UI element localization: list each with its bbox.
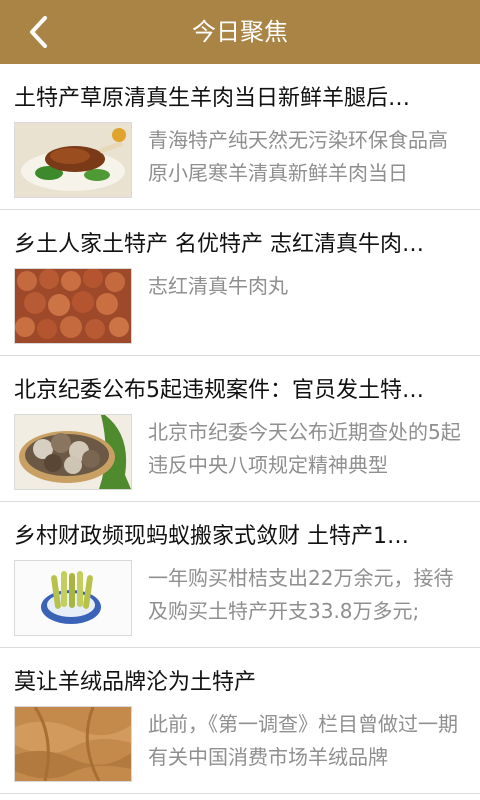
bamboo-shoots-plate-image[interactable] xyxy=(14,560,132,636)
list-item[interactable]: 北京纪委公布5起违规案件：官员发土特… 北京市纪委今天公布近期查处的5起违反中央… xyxy=(0,356,480,502)
shiitake-mushrooms-image[interactable] xyxy=(14,414,132,490)
list-item[interactable]: 乡村财政频现蚂蚁搬家式敛财 土特产1… 一年购买柑桔支出22万余元，接待及购买土… xyxy=(0,502,480,648)
article-summary: 北京市纪委今天公布近期查处的5起违反中央八项规定精神典型 xyxy=(148,420,461,477)
article-title[interactable]: 乡村财政频现蚂蚁搬家式敛财 土特产1… xyxy=(14,518,460,552)
article-list: 土特产草原清真生羊肉当日新鲜羊腿后… 青海特产纯天然无污染环保食品高原小尾寒羊清… xyxy=(0,64,480,794)
list-item[interactable]: 莫让羊绒品牌沦为土特产 此前，《第一调查》栏目曾做过一期有关中国消费市场羊绒品牌 xyxy=(0,648,480,794)
beef-meatballs-image[interactable] xyxy=(14,268,132,344)
article-summary: 志红清真牛肉丸 xyxy=(148,274,288,298)
top-bar: 今日聚焦 xyxy=(0,0,480,64)
article-title[interactable]: 土特产草原清真生羊肉当日新鲜羊腿后… xyxy=(14,80,460,114)
list-item[interactable]: 土特产草原清真生羊肉当日新鲜羊腿后… 青海特产纯天然无污染环保食品高原小尾寒羊清… xyxy=(0,64,480,210)
article-summary: 青海特产纯天然无污染环保食品高原小尾寒羊清真新鲜羊肉当日 xyxy=(148,128,448,185)
article-title[interactable]: 乡土人家土特产 名优特产 志红清真牛肉… xyxy=(14,226,460,260)
article-summary: 一年购买柑桔支出22万余元，接待及购买土特产开支33.8万多元; xyxy=(148,566,454,623)
cashmere-fabric-image[interactable] xyxy=(14,706,132,782)
page-title: 今日聚焦 xyxy=(192,18,288,46)
article-summary: 此前，《第一调查》栏目曾做过一期有关中国消费市场羊绒品牌 xyxy=(148,712,458,769)
roast-lamb-leg-image[interactable] xyxy=(14,122,132,198)
article-title[interactable]: 北京纪委公布5起违规案件：官员发土特… xyxy=(14,372,460,406)
list-item[interactable]: 乡土人家土特产 名优特产 志红清真牛肉… 志红清真牛肉丸 xyxy=(0,210,480,356)
article-title[interactable]: 莫让羊绒品牌沦为土特产 xyxy=(14,664,460,698)
